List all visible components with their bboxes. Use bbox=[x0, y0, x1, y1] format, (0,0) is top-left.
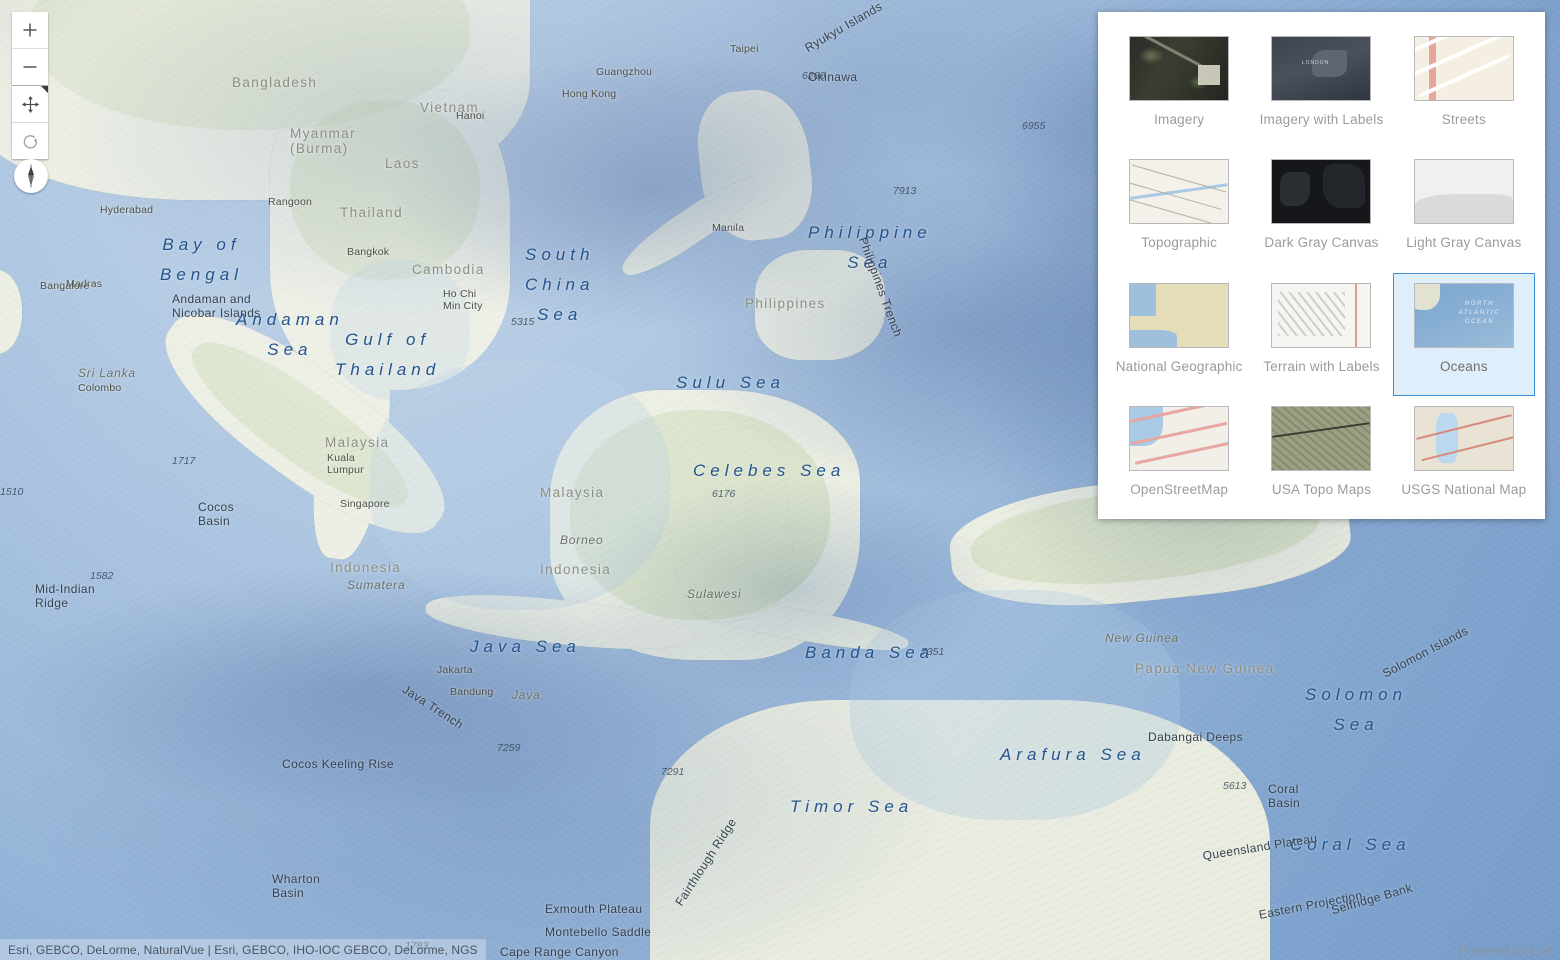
basemap-item-usa-topo-maps[interactable]: USA Topo Maps bbox=[1250, 396, 1392, 519]
basemap-item-terrain-with-labels[interactable]: Terrain with Labels bbox=[1250, 273, 1392, 396]
basemap-thumbnail bbox=[1129, 159, 1230, 225]
basemap-label: National Geographic bbox=[1115, 358, 1243, 374]
basemap-item-streets[interactable]: Streets bbox=[1393, 26, 1535, 149]
navigation-controls[interactable] bbox=[12, 86, 48, 159]
basemap-thumbnail bbox=[1413, 405, 1514, 471]
basemap-label: Light Gray Canvas bbox=[1406, 235, 1522, 251]
basemap-item-dark-gray-canvas[interactable]: Dark Gray Canvas bbox=[1250, 149, 1392, 272]
basemap-label: Imagery bbox=[1154, 112, 1205, 127]
basemap-item-oceans[interactable]: Oceans bbox=[1392, 272, 1535, 396]
rotate-button[interactable] bbox=[12, 122, 48, 159]
zoom-in-button[interactable] bbox=[12, 12, 48, 48]
basemap-item-imagery-with-labels[interactable]: Imagery with Labels bbox=[1250, 26, 1392, 149]
basemap-label: Topographic bbox=[1141, 235, 1218, 251]
basemap-label: Imagery with Labels bbox=[1259, 112, 1384, 127]
plus-icon bbox=[23, 23, 37, 37]
basemap-label: Oceans bbox=[1439, 358, 1488, 374]
basemap-thumbnail bbox=[1271, 36, 1372, 101]
pan-options-indicator[interactable] bbox=[41, 86, 48, 93]
basemap-item-national-geographic[interactable]: National Geographic bbox=[1108, 273, 1250, 396]
basemap-label: Dark Gray Canvas bbox=[1264, 235, 1379, 251]
basemap-thumbnail bbox=[1413, 36, 1514, 101]
basemap-item-light-gray-canvas[interactable]: Light Gray Canvas bbox=[1393, 149, 1535, 272]
basemap-item-usgs-national-map[interactable]: USGS National Map bbox=[1393, 396, 1535, 519]
basemap-thumbnail bbox=[1129, 36, 1230, 101]
basemap-gallery-grid: Imagery Imagery with Labels Streets Topogra… bbox=[1108, 26, 1535, 519]
rotate-icon bbox=[23, 134, 37, 148]
basemap-thumbnail bbox=[1413, 159, 1514, 225]
basemap-label: Terrain with Labels bbox=[1263, 358, 1380, 374]
compass-button[interactable] bbox=[14, 159, 48, 193]
basemap-thumbnail bbox=[1271, 405, 1372, 471]
basemap-thumbnail bbox=[1413, 282, 1514, 348]
pan-button[interactable] bbox=[12, 86, 48, 122]
zoom-out-button[interactable] bbox=[12, 48, 48, 85]
basemap-thumbnail bbox=[1271, 282, 1372, 348]
basemap-label: USA Topo Maps bbox=[1271, 481, 1372, 497]
basemap-label: Streets bbox=[1441, 112, 1486, 127]
attribution-label: Esri, GEBCO, DeLorme, NaturalVue | Esri,… bbox=[8, 942, 478, 957]
minus-icon bbox=[23, 66, 37, 68]
basemap-thumbnail bbox=[1271, 159, 1372, 225]
basemap-label: OpenStreetMap bbox=[1130, 481, 1229, 497]
basemap-thumbnail bbox=[1129, 405, 1230, 471]
compass-needle-icon bbox=[28, 164, 34, 188]
powered-by-esri: Powered by Esri bbox=[1457, 944, 1552, 958]
zoom-controls[interactable] bbox=[12, 12, 48, 85]
basemap-item-imagery[interactable]: Imagery bbox=[1108, 26, 1250, 149]
basemap-item-openstreetmap[interactable]: OpenStreetMap bbox=[1108, 396, 1250, 519]
map-application: South China Sea Philippine Sea Java Sea Ban… bbox=[0, 0, 1560, 960]
basemap-item-topographic[interactable]: Topographic bbox=[1108, 149, 1250, 272]
pan-arrows-icon bbox=[21, 95, 39, 113]
basemap-gallery-panel[interactable]: Imagery Imagery with Labels Streets Topogra… bbox=[1098, 12, 1545, 519]
attribution-text: Esri, GEBCO, DeLorme, NaturalVue | Esri,… bbox=[0, 939, 486, 960]
basemap-thumbnail bbox=[1129, 282, 1230, 348]
basemap-label: USGS National Map bbox=[1401, 481, 1527, 497]
